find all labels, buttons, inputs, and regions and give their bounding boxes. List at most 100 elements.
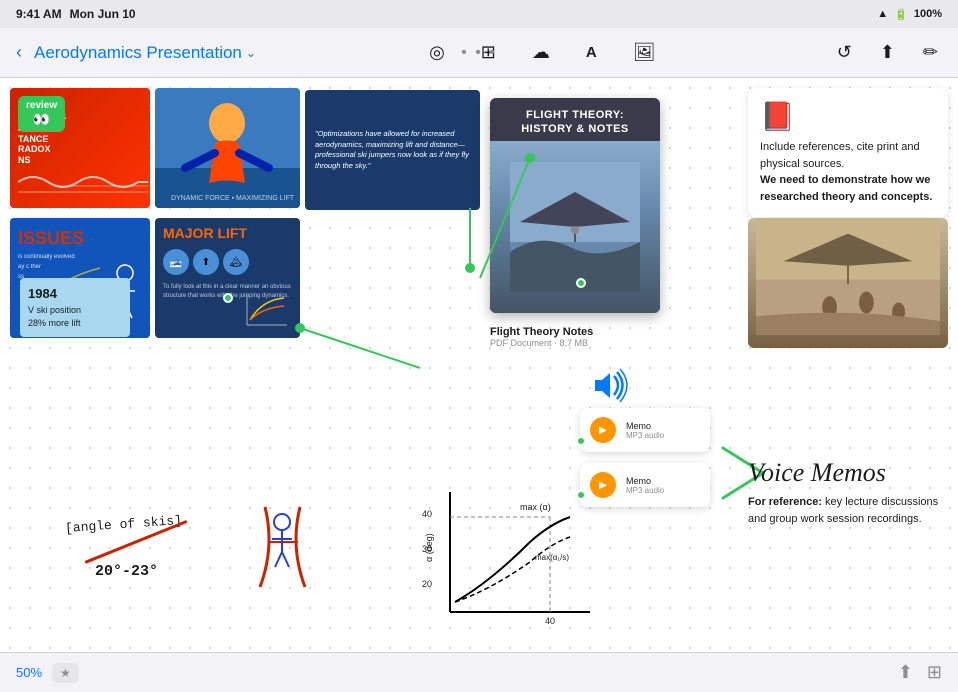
image-tool-button[interactable]: 🖼 xyxy=(625,38,664,67)
voice-memos-text: For reference: key lecture discussions a… xyxy=(748,494,948,527)
green-dot-memo2 xyxy=(576,490,586,500)
wifi-icon: ▲ xyxy=(877,8,888,20)
chart-area: 40 30 20 α (deg) max (α) max(α₁/s) 40 xyxy=(420,482,600,632)
historical-photo[interactable] xyxy=(748,218,948,348)
green-dot-flight-theory xyxy=(576,278,586,288)
status-time: 9:41 AM xyxy=(16,7,62,21)
pencil-tool-button[interactable]: ◎ xyxy=(421,38,453,67)
speaker-svg xyxy=(590,368,630,403)
chart-svg: 40 30 20 α (deg) max (α) max(α₁/s) 40 xyxy=(420,482,600,632)
memo-2-label: Memo xyxy=(626,476,664,486)
sticky-year: 1984 xyxy=(28,284,122,304)
review-label: review xyxy=(26,100,57,111)
zoom-label[interactable]: 50% xyxy=(16,665,42,680)
bottom-right-icons: ⬆ ⊞ xyxy=(898,662,942,683)
degrees-text: 20°-23° xyxy=(95,563,158,580)
status-bar: 9:41 AM Mon Jun 10 ▲ 🔋 100% xyxy=(0,0,958,28)
flight-theory-filetype: PDF Document · 8.7 MB xyxy=(490,338,593,348)
reference-body: Include references, cite print and physi… xyxy=(760,141,920,170)
svg-text:40: 40 xyxy=(422,509,432,519)
ski-drawing-svg xyxy=(240,497,350,597)
sticky-line2: 28% more lift xyxy=(28,317,122,331)
flight-theory-title: FLIGHT THEORY:HISTORY & NOTES xyxy=(490,98,660,141)
cloud-button[interactable]: ☁ xyxy=(524,38,558,67)
dots-label: • • • xyxy=(461,44,497,61)
svg-text:40: 40 xyxy=(545,616,555,626)
memo-2-info: Memo MP3 audio xyxy=(626,476,664,495)
battery-icon: 🔋 xyxy=(894,8,908,21)
toolbar-dots: • • • xyxy=(461,44,497,62)
title-chevron-icon: ⌄ xyxy=(246,46,256,60)
review-badge: review 👀 xyxy=(18,96,65,132)
flight-theory-card[interactable]: FLIGHT THEORY:HISTORY & NOTES xyxy=(490,98,660,313)
reference-text: Include references, cite print and physi… xyxy=(760,139,936,205)
status-bar-left: 9:41 AM Mon Jun 10 xyxy=(16,7,136,21)
ski-circle-3: 🏔 xyxy=(223,249,249,275)
voice-memos-label: Voice Memos For reference: key lecture d… xyxy=(748,458,948,527)
reference-bold: We need to demonstrate how we researched… xyxy=(760,174,932,203)
memo-2-sublabel: MP3 audio xyxy=(626,486,664,495)
network-icon[interactable]: ⬆ xyxy=(898,662,913,683)
handwriting-angle-label: [angle of skis] xyxy=(65,513,183,536)
text-tool-button[interactable]: A xyxy=(578,40,605,65)
status-bar-right: ▲ 🔋 100% xyxy=(877,8,942,21)
bottom-toolbar: 50% ★ ⬆ ⊞ xyxy=(0,652,958,692)
star-button[interactable]: ★ xyxy=(52,663,79,683)
sticky-line1: V ski position xyxy=(28,304,122,318)
angle-label-text: [angle of skis] xyxy=(65,513,183,536)
svg-text:max(α₁/s): max(α₁/s) xyxy=(535,553,569,562)
slide-ski-quote[interactable]: "Optimizations have allowed for increase… xyxy=(305,90,480,210)
connector-line-bottom xyxy=(290,308,540,408)
historical-photo-svg xyxy=(756,218,940,340)
status-day: Mon Jun 10 xyxy=(70,7,136,21)
speaker-icon xyxy=(590,368,630,411)
green-dot-memo1 xyxy=(576,436,586,446)
major-lift-title: MAJOR LIFT xyxy=(155,218,300,249)
grid-icon[interactable]: ⊞ xyxy=(927,662,942,683)
svg-text:α (deg): α (deg) xyxy=(424,533,434,562)
memo-1-info: Memo MP3 audio xyxy=(626,421,664,440)
toolbar: ‹ Aerodynamics Presentation ⌄ • • • ◎ ⊞ … xyxy=(0,28,958,78)
toolbar-right-icons: ↺ ⬆ ✏ xyxy=(829,38,946,67)
ski-circle-1: 🎿 xyxy=(163,249,189,275)
slide-quote-text: "Optimizations have allowed for increase… xyxy=(315,129,470,171)
svg-text:20: 20 xyxy=(422,579,432,589)
battery-label: 100% xyxy=(914,8,942,20)
memo-card-1[interactable]: ▶ Memo MP3 audio xyxy=(580,408,710,452)
voice-memos-bold: For reference: xyxy=(748,496,822,508)
hang-glider-svg xyxy=(510,162,640,292)
flight-theory-filename: Flight Theory Notes xyxy=(490,326,593,338)
canvas: review 👀 NSDYNAMICSN SKISTANCERADOXNS xyxy=(0,78,958,652)
memo-1-sublabel: MP3 audio xyxy=(626,431,664,440)
degrees-annotation: 20°-23° xyxy=(95,563,158,580)
history-button[interactable]: ↺ xyxy=(829,38,860,67)
title-text: Aerodynamics Presentation xyxy=(34,43,242,63)
share-button[interactable]: ⬆ xyxy=(872,38,903,67)
flight-theory-label-area: Flight Theory Notes PDF Document · 8.7 M… xyxy=(490,326,593,348)
toolbar-center-icons: ◎ ⊞ ☁ A 🖼 xyxy=(264,38,821,67)
back-button[interactable]: ‹ xyxy=(12,38,26,67)
wave-decoration xyxy=(18,170,148,195)
edit-button[interactable]: ✏ xyxy=(915,38,946,67)
flight-theory-image xyxy=(490,141,660,313)
green-dot-major-lift xyxy=(223,293,233,303)
voice-memos-title: Voice Memos xyxy=(748,458,948,488)
document-title[interactable]: Aerodynamics Presentation ⌄ xyxy=(34,43,256,63)
svg-text:max (α): max (α) xyxy=(520,502,551,512)
svg-text:ISSUES: ISSUES xyxy=(18,228,84,248)
reference-card[interactable]: 📕 Include references, cite print and phy… xyxy=(748,88,948,217)
book-icon: 📕 xyxy=(760,100,936,133)
svg-text:is continually evolved: is continually evolved xyxy=(18,254,75,260)
sticky-1984[interactable]: 1984 V ski position 28% more lift xyxy=(20,278,130,337)
ski-circle-2: ⬆ xyxy=(193,249,219,275)
slide-major-lift[interactable]: MAJOR LIFT 🎿 ⬆ 🏔 To fully look at this i… xyxy=(155,218,300,338)
major-lift-chart xyxy=(242,290,292,330)
memo-1-label: Memo xyxy=(626,421,664,431)
review-eyes-icon: 👀 xyxy=(33,111,50,128)
memo-1-play-button[interactable]: ▶ xyxy=(590,417,616,443)
slide-photo-caption: DYNAMIC FORCE ▪ MAXIMIZING LIFT xyxy=(171,195,294,202)
major-lift-icons: 🎿 ⬆ 🏔 xyxy=(155,249,300,275)
slide-ski-photo[interactable]: DYNAMIC FORCE ▪ MAXIMIZING LIFT xyxy=(155,88,300,208)
svg-text:ay c ther: ay c ther xyxy=(18,264,41,270)
ski-jumper-photo-bg xyxy=(155,88,300,208)
